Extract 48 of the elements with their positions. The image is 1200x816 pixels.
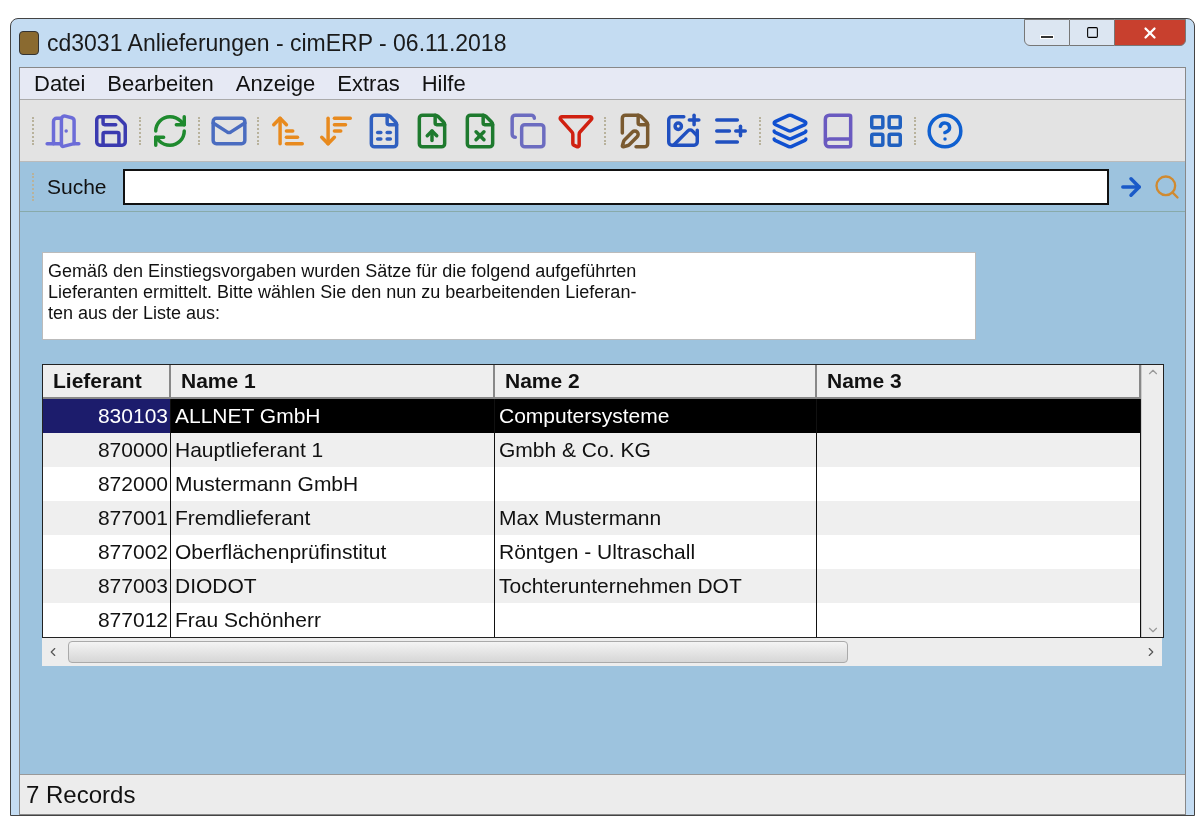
column-header[interactable]: Name 3	[817, 365, 1141, 399]
table-cell-text: 877003	[97, 573, 168, 600]
table-cell-text: Mustermann GmbH	[175, 471, 359, 498]
table-cell-text: 872000	[97, 471, 168, 498]
horizontal-scrollbar[interactable]	[42, 638, 1162, 666]
table-cell-text: Computersysteme	[499, 403, 670, 430]
table-cell-text: Frau Schönherr	[175, 607, 321, 634]
scroll-thumb[interactable]	[68, 641, 848, 663]
table-cell-text: 830103	[97, 403, 168, 430]
info-text-line: Lieferanten ermittelt. Bitte wählen Sie den nun zu bearbeitenden Lieferan-	[48, 282, 638, 303]
table-cell-text: Fremdlieferant	[175, 505, 311, 532]
column-header[interactable]: Lieferant	[43, 365, 171, 399]
table-row[interactable]: 830103 ALLNET GmbH Computersysteme	[43, 399, 1141, 433]
table-row[interactable]: 870000 Hauptlieferant 1 Gmbh & Co. KG	[43, 433, 1141, 467]
table-cell-text: 877002	[97, 539, 168, 566]
menu-item[interactable]: Anzeige	[235, 67, 316, 100]
table-cell-text: DIODOT	[175, 573, 257, 600]
menu-item[interactable]: Hilfe	[421, 67, 466, 100]
minimize-button[interactable]	[1024, 19, 1070, 46]
maximize-icon	[1085, 26, 1099, 39]
table-cell-text: 870000	[97, 437, 168, 464]
window-title: cd3031 Anlieferungen - cimERP - 06.11.2018	[47, 28, 507, 58]
table-cell-text: Hauptlieferant 1	[175, 437, 324, 464]
search-field[interactable]	[122, 168, 1109, 205]
table-cell-text: Max Mustermann	[499, 505, 662, 532]
table-cell-text: 877012	[97, 607, 168, 634]
table-cell-text: ALLNET GmbH	[175, 403, 321, 430]
menu-item[interactable]: Extras	[337, 67, 400, 100]
table-cell-text: Tochterunternehmen DOT	[499, 573, 742, 600]
table-cell-text: Oberflächenprüfinstitut	[175, 539, 387, 566]
status-text: 7 Records	[26, 779, 136, 810]
table-row[interactable]: 877003 DIODOT Tochterunternehmen DOT	[43, 569, 1141, 603]
table-cell-text: 877001	[97, 505, 168, 532]
table-row[interactable]: 877001 Fremdlieferant Max Mustermann	[43, 501, 1141, 535]
menu-item[interactable]: Bearbeiten	[107, 67, 214, 100]
column-header[interactable]: Name 2	[495, 365, 817, 399]
close-button[interactable]	[1114, 19, 1186, 46]
info-text-line: Gemäß den Einstiegsvorgaben wurden Sätze für die folgend aufgeführten	[48, 261, 638, 282]
menu-item[interactable]: Datei	[34, 67, 86, 100]
table-cell-text: Gmbh & Co. KG	[499, 437, 651, 464]
info-text-line: ten aus der Liste aus:	[48, 303, 222, 324]
minimize-icon	[1040, 34, 1054, 39]
table-cell-text: Röntgen - Ultraschall	[499, 539, 696, 566]
app-icon	[19, 31, 39, 55]
maximize-button[interactable]	[1070, 19, 1114, 46]
vertical-scrollbar[interactable]	[1141, 365, 1163, 637]
column-header[interactable]: Name 1	[171, 365, 495, 399]
search-label: Suche	[47, 173, 107, 200]
